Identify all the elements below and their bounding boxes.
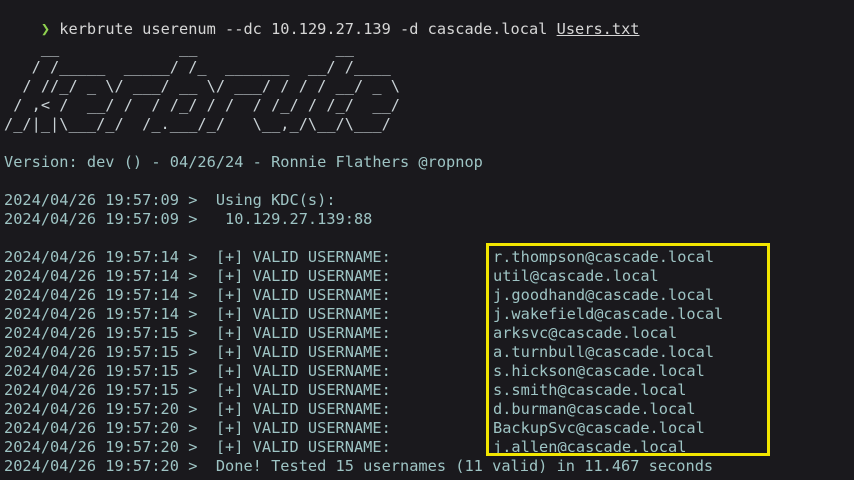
valid-username-label: [+] VALID USERNAME: bbox=[215, 419, 391, 437]
result-timestamp: 2024/04/26 19:57:20 > bbox=[4, 400, 198, 418]
valid-username-label: [+] VALID USERNAME: bbox=[215, 305, 391, 323]
result-timestamp: 2024/04/26 19:57:15 > bbox=[4, 343, 198, 361]
result-row: 2024/04/26 19:57:20 > [+] VALID USERNAME… bbox=[4, 419, 391, 438]
result-row: 2024/04/26 19:57:14 > [+] VALID USERNAME… bbox=[4, 286, 391, 305]
result-timestamp: 2024/04/26 19:57:14 > bbox=[4, 305, 198, 323]
highlight-box bbox=[486, 243, 770, 456]
result-row: 2024/04/26 19:57:15 > [+] VALID USERNAME… bbox=[4, 324, 391, 343]
result-timestamp: 2024/04/26 19:57:15 > bbox=[4, 324, 198, 342]
result-row: 2024/04/26 19:57:20 > [+] VALID USERNAME… bbox=[4, 400, 391, 419]
result-row: 2024/04/26 19:57:15 > [+] VALID USERNAME… bbox=[4, 381, 391, 400]
result-timestamp: 2024/04/26 19:57:20 > bbox=[4, 438, 198, 456]
valid-username-label: [+] VALID USERNAME: bbox=[215, 324, 391, 342]
command-file-arg[interactable]: Users.txt bbox=[557, 20, 640, 38]
valid-username-label: [+] VALID USERNAME: bbox=[215, 248, 391, 266]
result-row: 2024/04/26 19:57:20 > [+] VALID USERNAME… bbox=[4, 438, 391, 457]
kdc-address-line: 2024/04/26 19:57:09 > 10.129.27.139:88 bbox=[4, 210, 373, 228]
valid-username-label: [+] VALID USERNAME: bbox=[215, 381, 391, 399]
kdc-line: 2024/04/26 19:57:09 > Using KDC(s): bbox=[4, 191, 336, 209]
banner-row: / /_____ _____/ /_ _______ __/ /____ bbox=[4, 58, 401, 76]
valid-username-label: [+] VALID USERNAME: bbox=[215, 267, 391, 285]
result-timestamp: 2024/04/26 19:57:15 > bbox=[4, 362, 198, 380]
valid-username-label: [+] VALID USERNAME: bbox=[215, 400, 391, 418]
result-timestamp: 2024/04/26 19:57:14 > bbox=[4, 267, 198, 285]
result-row: 2024/04/26 19:57:15 > [+] VALID USERNAME… bbox=[4, 343, 391, 362]
version-line: Version: dev () - 04/26/24 - Ronnie Flat… bbox=[4, 153, 483, 171]
banner-row: __ __ __ bbox=[4, 39, 401, 57]
done-line: 2024/04/26 19:57:20 > Done! Tested 15 us… bbox=[4, 457, 714, 475]
valid-username-label: [+] VALID USERNAME: bbox=[215, 343, 391, 361]
banner-row: / //_/ _ \/ ___/ __ \/ ___/ / / / __/ _ … bbox=[4, 77, 401, 95]
result-row: 2024/04/26 19:57:15 > [+] VALID USERNAME… bbox=[4, 362, 391, 381]
command-line: ❯ kerbrute userenum --dc 10.129.27.139 -… bbox=[4, 1, 640, 38]
valid-username-label: [+] VALID USERNAME: bbox=[215, 362, 391, 380]
result-timestamp: 2024/04/26 19:57:14 > bbox=[4, 286, 198, 304]
result-timestamp: 2024/04/26 19:57:20 > bbox=[4, 419, 198, 437]
terminal-window[interactable]: ❯ kerbrute userenum --dc 10.129.27.139 -… bbox=[0, 0, 854, 480]
result-row: 2024/04/26 19:57:14 > [+] VALID USERNAME… bbox=[4, 267, 391, 286]
banner-row: / ,< / __/ / / /_/ / / / /_/ / /_/ __/ bbox=[4, 96, 401, 114]
result-row: 2024/04/26 19:57:14 > [+] VALID USERNAME… bbox=[4, 305, 391, 324]
prompt-symbol: ❯ bbox=[40, 20, 51, 38]
command-text: kerbrute userenum --dc 10.129.27.139 -d … bbox=[59, 20, 557, 38]
result-timestamp: 2024/04/26 19:57:14 > bbox=[4, 248, 198, 266]
result-row: 2024/04/26 19:57:14 > [+] VALID USERNAME… bbox=[4, 248, 391, 267]
result-timestamp: 2024/04/26 19:57:15 > bbox=[4, 381, 198, 399]
banner-row: /_/|_|\___/_/ /_.___/_/ \__,_/\__/\___/ bbox=[4, 115, 401, 133]
valid-username-label: [+] VALID USERNAME: bbox=[215, 286, 391, 304]
valid-username-label: [+] VALID USERNAME: bbox=[215, 438, 391, 456]
